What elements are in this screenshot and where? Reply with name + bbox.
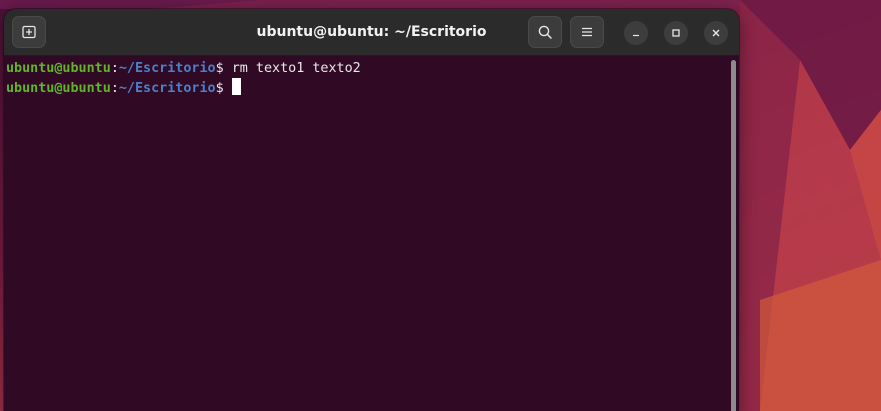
- maximize-icon: [672, 29, 680, 37]
- terminal-line: ubuntu@ubuntu:~/Escritorio$ rm texto1 te…: [6, 59, 737, 78]
- command-text: rm texto1 texto2: [223, 61, 361, 76]
- hamburger-menu-icon: [582, 27, 592, 37]
- scrollbar[interactable]: [731, 60, 736, 411]
- prompt-user: ubuntu@ubuntu: [6, 61, 111, 76]
- terminal-window: ubuntu@ubuntu: ~/Escritorio ubuntu@ubunt…: [4, 9, 739, 411]
- new-tab-icon: [22, 25, 36, 39]
- minimize-button[interactable]: [624, 21, 648, 45]
- prompt-path: ~/Escritorio: [118, 61, 216, 76]
- prompt-colon: :: [110, 61, 119, 76]
- search-button[interactable]: [528, 16, 562, 48]
- search-icon: [538, 25, 552, 39]
- prompt-user: ubuntu@ubuntu: [6, 81, 111, 96]
- terminal-line: ubuntu@ubuntu:~/Escritorio$: [6, 78, 737, 97]
- text-cursor: [231, 78, 241, 95]
- prompt-path: ~/Escritorio: [118, 81, 216, 96]
- menu-button[interactable]: [570, 16, 604, 48]
- prompt-colon: :: [110, 81, 119, 96]
- prompt-symbol: $: [215, 61, 224, 76]
- minimize-icon: [633, 34, 639, 37]
- prompt-symbol: $: [215, 81, 224, 96]
- new-tab-button[interactable]: [12, 16, 46, 48]
- close-button[interactable]: [704, 21, 728, 45]
- close-icon: [712, 29, 720, 37]
- maximize-button[interactable]: [664, 21, 688, 45]
- title-bar[interactable]: ubuntu@ubuntu: ~/Escritorio: [4, 9, 739, 56]
- terminal-output[interactable]: ubuntu@ubuntu:~/Escritorio$ rm texto1 te…: [4, 56, 739, 411]
